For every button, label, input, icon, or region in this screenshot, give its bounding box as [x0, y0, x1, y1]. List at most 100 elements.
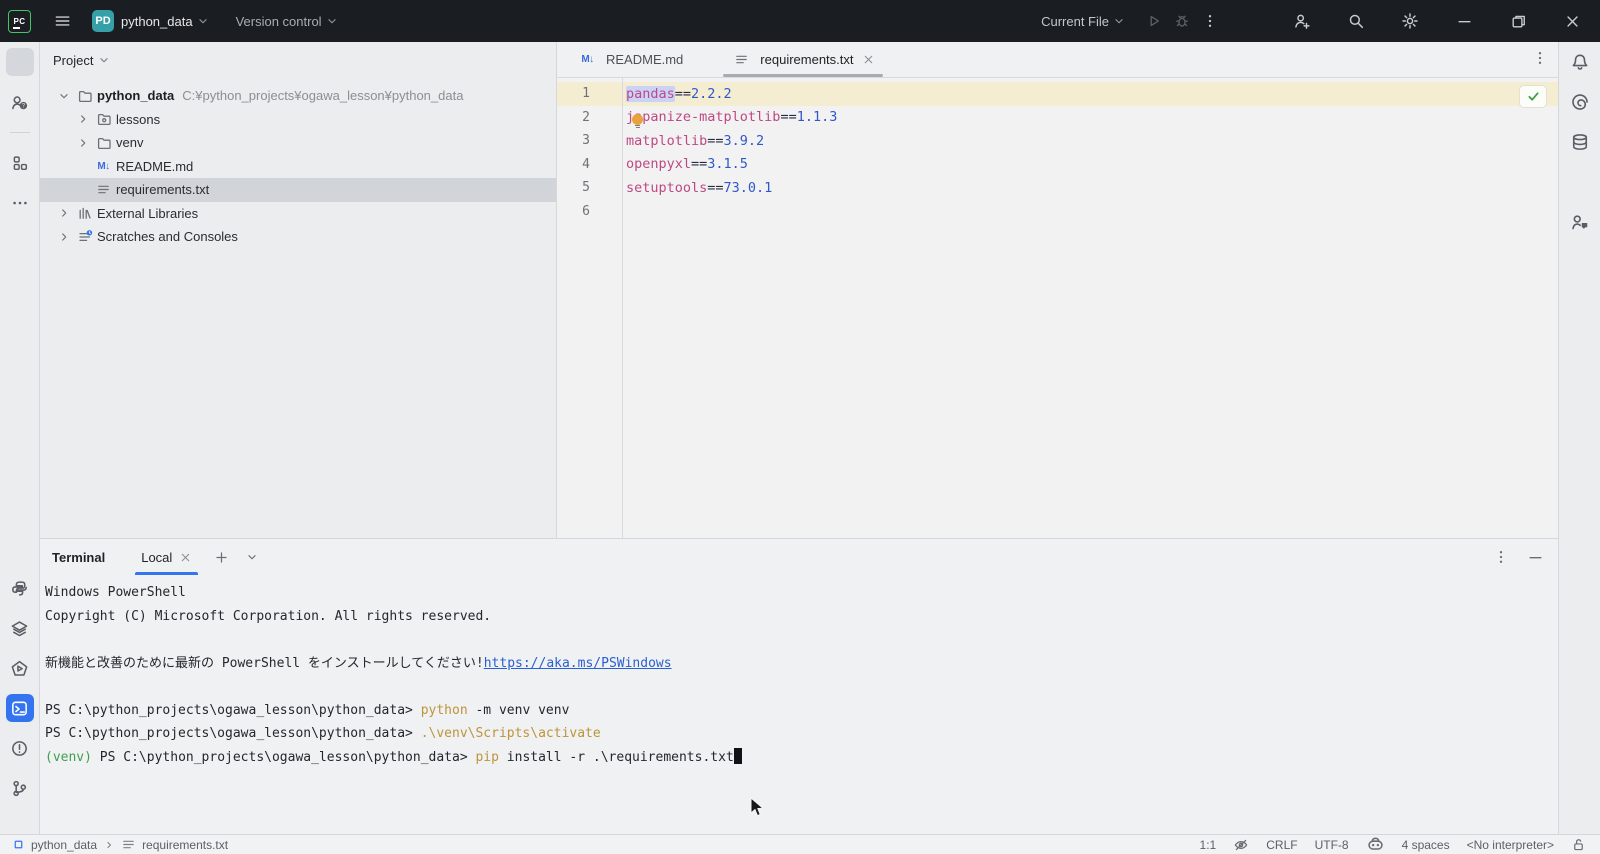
terminal-text: PS C:\python_projects\ogawa_lesson\pytho…	[45, 703, 421, 718]
settings-button[interactable]	[1396, 7, 1424, 35]
package-name: matplotlib	[626, 133, 707, 149]
project-panel-header[interactable]: Project	[40, 42, 556, 78]
tree-item-path: C:¥python_projects¥ogawa_lesson¥python_d…	[182, 88, 463, 103]
highlighting-off-icon[interactable]	[1233, 837, 1249, 853]
tree-row-external-libraries[interactable]: External Libraries	[40, 202, 556, 226]
restore-icon	[1510, 13, 1527, 30]
code-with-me-icon	[1570, 212, 1590, 232]
gear-icon	[1401, 12, 1419, 30]
vcs-widget[interactable]: Version control	[236, 14, 339, 29]
tree-item-label: lessons	[116, 112, 160, 127]
version-control-tool-button[interactable]	[10, 778, 30, 798]
editor-content[interactable]: 1pandas==2.2.22japanize-matplotlib==1.1.…	[557, 78, 1558, 538]
window-restore-button[interactable]	[1504, 7, 1532, 35]
terminal-output[interactable]: Windows PowerShellCopyright (C) Microsof…	[40, 575, 1558, 769]
terminal-type-dropdown[interactable]	[245, 550, 259, 564]
structure-tool-button[interactable]	[10, 153, 30, 173]
tree-item-label: Scratches and Consoles	[97, 229, 238, 244]
run-button[interactable]	[1140, 7, 1168, 35]
run-tool-button[interactable]	[10, 658, 30, 678]
caret-position[interactable]: 1:1	[1200, 838, 1217, 852]
project-widget[interactable]: python_data	[121, 14, 193, 29]
tree-item-label: External Libraries	[97, 206, 198, 221]
tree-row-lessons[interactable]: lessons	[40, 108, 556, 132]
terminal-options-button[interactable]	[1493, 549, 1509, 565]
terminal-text: pip	[475, 750, 498, 765]
debug-button[interactable]	[1168, 7, 1196, 35]
tree-row-requirements-txt[interactable]: requirements.txt	[40, 178, 556, 202]
project-tree: python_dataC:¥python_projects¥ogawa_less…	[40, 78, 556, 249]
libraries-icon	[74, 205, 95, 221]
line-number: 5	[557, 180, 622, 195]
indent-selector[interactable]: 4 spaces	[1402, 838, 1450, 852]
window-minimize-button[interactable]	[1450, 7, 1478, 35]
close-icon[interactable]	[862, 53, 875, 66]
chevron-down-icon[interactable]	[54, 89, 74, 103]
line-number: 4	[557, 157, 622, 172]
tree-row-python-data[interactable]: python_dataC:¥python_projects¥ogawa_less…	[40, 84, 556, 108]
left-tool-strip: ?	[0, 42, 40, 834]
breadcrumb-project[interactable]: python_data	[31, 838, 97, 852]
editor-tab-requirements-txt[interactable]: requirements.txt	[719, 42, 886, 77]
ai-assistant-icon	[1570, 92, 1590, 112]
ai-assistant-tool-button[interactable]	[1570, 92, 1590, 112]
project-folder-tool-button[interactable]	[10, 52, 30, 72]
editor-options-button[interactable]	[1532, 50, 1548, 66]
services-tool-button[interactable]	[10, 618, 30, 638]
main-menu-button[interactable]	[48, 7, 76, 35]
run-configuration-selector[interactable]: Current File	[1041, 14, 1126, 29]
close-icon[interactable]	[179, 551, 192, 564]
services-icon	[10, 619, 29, 638]
interpreter-selector[interactable]: <No interpreter>	[1467, 838, 1554, 852]
terminal-link[interactable]: https://aka.ms/PSWindows	[484, 656, 672, 671]
intention-bulb-icon[interactable]	[631, 114, 644, 127]
chevron-right-icon[interactable]	[54, 230, 74, 244]
window-close-button[interactable]	[1558, 7, 1586, 35]
breadcrumb-file[interactable]: requirements.txt	[142, 838, 228, 852]
line-ending-selector[interactable]: CRLF	[1266, 838, 1297, 852]
database-tool-button[interactable]	[1570, 132, 1590, 152]
left-strip-bottom-group	[10, 578, 30, 798]
code-line-6: 6	[557, 200, 1558, 224]
code-line-5: 5setuptools==73.0.1	[557, 176, 1558, 200]
line-number: 2	[557, 110, 622, 125]
terminal-tool-button[interactable]	[10, 698, 30, 718]
editor-tab-readme-md[interactable]: M↓README.md	[565, 42, 695, 77]
hide-terminal-button[interactable]	[1527, 549, 1544, 566]
notifications-tool-button[interactable]	[1570, 52, 1590, 72]
chevron-right-icon[interactable]	[73, 136, 93, 150]
code-with-me-button[interactable]	[1288, 7, 1316, 35]
chevron-right-icon	[103, 839, 115, 851]
encoding-selector[interactable]: UTF-8	[1315, 838, 1349, 852]
code-with-me-tool-button[interactable]	[1570, 212, 1590, 232]
code-text: openpyxl==3.1.5	[622, 156, 748, 172]
more-actions-button[interactable]	[1196, 7, 1224, 35]
terminal-line-8: (venv) PS C:\python_projects\ogawa_lesso…	[45, 746, 1558, 770]
line-number: 3	[557, 133, 622, 148]
tab-label: README.md	[606, 52, 683, 67]
pycharm-window: PC PD python_data Version control Curren…	[0, 0, 1600, 854]
more-tool-button[interactable]	[10, 193, 30, 213]
tree-row-scratches-and-consoles[interactable]: Scratches and Consoles	[40, 225, 556, 249]
problems-tool-button[interactable]	[10, 738, 30, 758]
version-number: 2.2.2	[691, 86, 732, 102]
terminal-text: PS C:\python_projects\ogawa_lesson\pytho…	[45, 726, 421, 741]
terminal-tab-local[interactable]: Local	[135, 539, 198, 575]
inspections-widget[interactable]	[1520, 86, 1546, 107]
terminal-line-5	[45, 675, 1558, 699]
tree-row-venv[interactable]: venv	[40, 131, 556, 155]
search-everywhere-button[interactable]	[1342, 7, 1370, 35]
new-terminal-button[interactable]	[214, 550, 229, 565]
package-name: japanize-matplotlib	[626, 109, 780, 125]
tree-row-readme-md[interactable]: M↓README.md	[40, 155, 556, 179]
lock-icon[interactable]	[1571, 837, 1586, 852]
learn-tool-button[interactable]: ?	[10, 92, 30, 112]
chevron-right-icon[interactable]	[73, 112, 93, 126]
copilot-status-icon[interactable]	[1366, 835, 1385, 854]
python-packages-tool-button[interactable]	[10, 578, 30, 598]
terminal-line-4: 新機能と改善のために最新の PowerShell をインストールしてください!h…	[45, 652, 1558, 676]
terminal-text: install -r .\requirements.txt	[499, 750, 734, 765]
copilot-chat-tool-button[interactable]	[1570, 172, 1590, 192]
tree-item-label: README.md	[116, 159, 193, 174]
chevron-right-icon[interactable]	[54, 206, 74, 220]
